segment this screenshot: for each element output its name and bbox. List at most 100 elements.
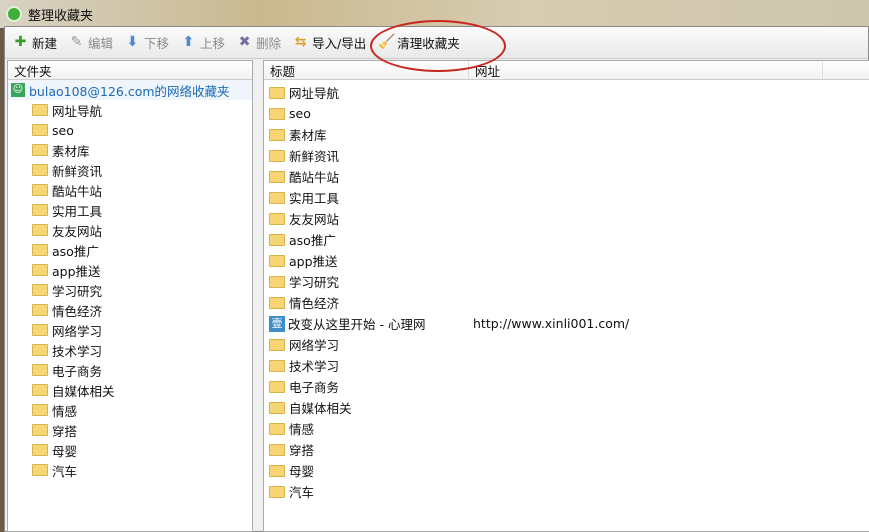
list-folder-row[interactable]: 网络学习 <box>264 334 869 355</box>
toolbar-button-import-export[interactable]: ⇆ 导入/导出 <box>293 33 367 52</box>
folder-icon <box>269 107 285 120</box>
favorites-list-panel[interactable]: 标题 网址 网址导航 seo 素材库新鲜资讯酷站牛站实用工具 友友网站 aso推广 app… <box>263 60 869 532</box>
toolbar-button-arrow-up[interactable]: ⬆ 上移 <box>181 33 225 52</box>
tree-folder-item[interactable]: 素材库 <box>8 140 252 160</box>
list-folder-row[interactable]: 穿搭 <box>264 439 869 460</box>
folder-icon <box>269 296 285 309</box>
toolbar-button-label: 新建 <box>32 36 58 51</box>
folder-icon <box>32 284 48 296</box>
list-folder-row[interactable]: 情感 <box>264 418 869 439</box>
user-icon: ☺ <box>11 83 25 97</box>
tree-folder-item[interactable]: 实用工具 <box>8 200 252 220</box>
folder-icon <box>32 404 48 416</box>
tree-folder-item[interactable]: 穿搭 <box>8 420 252 440</box>
list-folder-row[interactable]: aso推广 <box>264 229 869 250</box>
arrow-down-icon: ⬇ <box>126 34 139 50</box>
tree-folder-item[interactable]: 友友网站 <box>8 220 252 240</box>
folder-label: aso推广 <box>52 243 99 259</box>
row-title: 技术学习 <box>289 359 340 374</box>
list-folder-row[interactable]: 实用工具 <box>264 187 869 208</box>
tree-folder-item[interactable]: app推送 <box>8 260 252 280</box>
folder-label: 学习研究 <box>52 283 103 299</box>
column-header-title[interactable]: 标题 <box>264 61 469 79</box>
folder-icon <box>269 464 285 477</box>
folder-label: 技术学习 <box>52 343 103 359</box>
tree-folder-item[interactable]: 新鲜资讯 <box>8 160 252 180</box>
tree-folder-item[interactable]: 网络学习 <box>8 320 252 340</box>
row-title: 情色经济 <box>289 296 340 311</box>
folder-icon <box>32 324 48 336</box>
pencil-icon: ✎ <box>70 34 83 50</box>
list-folder-row[interactable]: 自媒体相关 <box>264 397 869 418</box>
list-folder-row[interactable]: 新鲜资讯 <box>264 145 869 166</box>
folder-label: 友友网站 <box>52 223 103 239</box>
folder-tree-panel[interactable]: 文件夹 ☺ bulao108@126.com的网络收藏夹 网址导航 seo 素材库新… <box>7 60 253 532</box>
tree-folder-item[interactable]: aso推广 <box>8 240 252 260</box>
toolbar-button-pencil[interactable]: ✎ 编辑 <box>69 33 113 52</box>
folder-label: seo <box>52 122 74 138</box>
row-title: 酷站牛站 <box>289 170 340 185</box>
window-title: 整理收藏夹 <box>28 8 94 24</box>
toolbar-button-plus[interactable]: ✚ 新建 <box>13 33 57 52</box>
tree-folder-item[interactable]: 自媒体相关 <box>8 380 252 400</box>
tree-folder-item[interactable]: seo <box>8 120 252 140</box>
toolbar-button-broom[interactable]: 🧹 清理收藏夹 <box>378 33 460 52</box>
list-folder-row[interactable]: 情色经济 <box>264 292 869 313</box>
list-folder-row[interactable]: 汽车 <box>264 481 869 502</box>
list-folder-row[interactable]: 友友网站 <box>264 208 869 229</box>
folder-tree-header: 文件夹 <box>8 61 252 80</box>
folder-label: 穿搭 <box>52 423 78 439</box>
column-header-url[interactable]: 网址 <box>469 61 823 79</box>
folder-icon <box>32 164 48 176</box>
list-folder-row[interactable]: 酷站牛站 <box>264 166 869 187</box>
toolbar-button-label: 编辑 <box>88 36 114 51</box>
toolbar: ✚ 新建 ✎ 编辑 ⬇ 下移 ⬆ 上移 ✖ 删除 ⇆ 导入/导出 🧹 清理收藏夹 <box>5 27 868 59</box>
tree-folder-item[interactable]: 酷站牛站 <box>8 180 252 200</box>
tree-root[interactable]: ☺ bulao108@126.com的网络收藏夹 <box>8 80 252 100</box>
toolbar-button-label: 删除 <box>256 36 282 51</box>
row-title: 改变从这里开始 - 心理网 <box>288 317 426 332</box>
tree-folder-item[interactable]: 学习研究 <box>8 280 252 300</box>
tree-folder-item[interactable]: 电子商务 <box>8 360 252 380</box>
list-folder-row[interactable]: 母婴 <box>264 460 869 481</box>
folder-icon <box>32 304 48 316</box>
folder-icon <box>269 254 285 267</box>
tree-folder-item[interactable]: 汽车 <box>8 460 252 480</box>
tree-folder-item[interactable]: 技术学习 <box>8 340 252 360</box>
toolbar-button-label: 下移 <box>144 36 170 51</box>
title-bar: 整理收藏夹 <box>0 0 869 28</box>
row-title: 汽车 <box>289 485 315 500</box>
list-folder-row[interactable]: 技术学习 <box>264 355 869 376</box>
list-folder-row[interactable]: 电子商务 <box>264 376 869 397</box>
row-title: seo <box>289 106 311 121</box>
folder-icon <box>269 86 285 99</box>
folder-label: 电子商务 <box>52 363 103 379</box>
folder-icon <box>269 233 285 246</box>
tree-folder-item[interactable]: 网址导航 <box>8 100 252 120</box>
list-link-row[interactable]: 壹改变从这里开始 - 心理网 http://www.xinli001.com/ <box>264 313 869 334</box>
list-folder-row[interactable]: 素材库 <box>264 124 869 145</box>
folder-label: 情色经济 <box>52 303 103 319</box>
folder-icon <box>32 244 48 256</box>
tree-folder-item[interactable]: 情感 <box>8 400 252 420</box>
folder-icon <box>32 104 48 116</box>
tree-root-label: bulao108@126.com的网络收藏夹 <box>29 83 230 99</box>
folder-icon <box>269 359 285 372</box>
list-folder-row[interactable]: app推送 <box>264 250 869 271</box>
list-folder-row[interactable]: 网址导航 <box>264 82 869 103</box>
folder-icon <box>269 485 285 498</box>
folder-label: 自媒体相关 <box>52 383 115 399</box>
row-title: 母婴 <box>289 464 315 479</box>
folder-column-header: 文件夹 <box>14 63 52 79</box>
folder-icon <box>32 384 48 396</box>
row-title: 新鲜资讯 <box>289 149 340 164</box>
list-folder-row[interactable]: seo <box>264 103 869 124</box>
folder-label: 情感 <box>52 403 78 419</box>
tree-folder-item[interactable]: 情色经济 <box>8 300 252 320</box>
toolbar-button-x[interactable]: ✖ 删除 <box>237 33 281 52</box>
toolbar-button-label: 清理收藏夹 <box>397 36 460 51</box>
folder-icon <box>32 184 48 196</box>
list-folder-row[interactable]: 学习研究 <box>264 271 869 292</box>
toolbar-button-arrow-down[interactable]: ⬇ 下移 <box>125 33 169 52</box>
tree-folder-item[interactable]: 母婴 <box>8 440 252 460</box>
